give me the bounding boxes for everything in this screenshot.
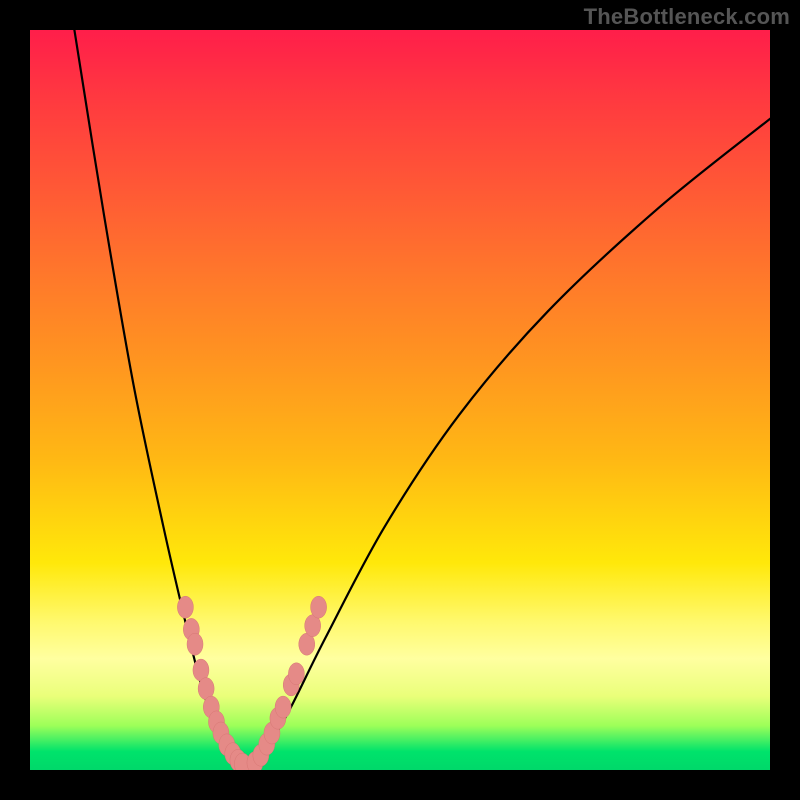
trough-markers	[177, 596, 326, 770]
trough-marker	[311, 596, 327, 618]
curve-left-branch	[74, 30, 241, 766]
trough-marker	[275, 696, 291, 718]
plot-area	[30, 30, 770, 770]
trough-marker	[288, 663, 304, 685]
attribution-text: TheBottleneck.com	[584, 4, 790, 30]
trough-marker	[187, 633, 203, 655]
curve-svg	[30, 30, 770, 770]
trough-marker	[177, 596, 193, 618]
chart-stage: TheBottleneck.com	[0, 0, 800, 800]
curve-right-branch	[252, 119, 770, 767]
